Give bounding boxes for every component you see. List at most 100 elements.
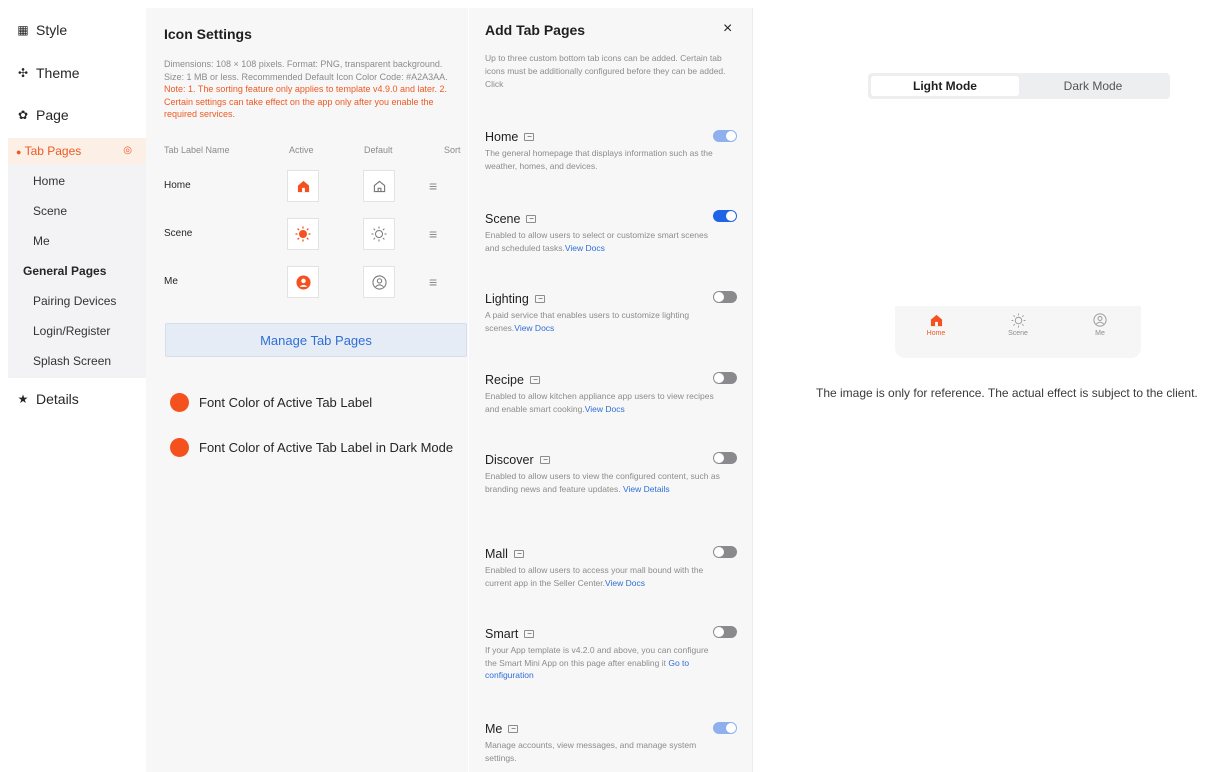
default-icon-upload[interactable] [363,266,395,298]
image-preview-icon[interactable] [529,376,540,384]
grid-icon: ▦ [17,23,29,37]
header-sort: Sort [444,145,461,155]
drag-handle-icon[interactable]: ≡ [429,274,437,290]
lighting-toggle[interactable] [713,291,737,303]
toggle-knob [726,211,736,221]
active-icon-upload[interactable] [287,218,319,250]
view-docs-link[interactable]: View Docs [585,404,625,414]
scene-toggle[interactable] [713,210,737,222]
image-preview-icon[interactable] [534,295,545,303]
nav-details[interactable]: ★ Details [16,391,79,407]
add-tab-pages-drawer: Add Tab Pages × Up to three custom botto… [469,8,753,772]
row-label: Me [164,276,178,287]
header-active: Active [289,145,314,155]
light-mode-tab[interactable]: Light Mode [871,76,1019,96]
toggle-knob [714,453,724,463]
tab-option-home: Home The general homepage that displays … [485,130,740,172]
font-color-active-dark-row: Font Color of Active Tab Label in Dark M… [170,438,453,457]
drawer-intro: Up to three custom bottom tab icons can … [485,53,726,89]
color-swatch-dark[interactable] [170,438,189,457]
nav-theme[interactable]: ✣ Theme [16,65,80,81]
star-icon: ★ [17,392,29,406]
header-default: Default [364,145,393,155]
page-icon: ✿ [17,108,29,122]
tab-option-smart: Smart If your App template is v4.2.0 and… [485,627,740,682]
tab-option-info: Enabled to allow users to view the confi… [485,470,720,495]
home-toggle[interactable] [713,130,737,142]
close-icon[interactable]: × [723,20,732,38]
tab-option-name: Recipe [485,373,524,387]
view-details-link[interactable]: View Details [623,484,670,494]
toggle-knob [714,292,724,302]
app: ▦ Style ✣ Theme ✿ Page ● Tab Pages ◎ Hom… [0,0,1214,772]
sidebar-item-login-register[interactable]: Login/Register [8,316,146,346]
default-icon-upload[interactable] [363,218,395,250]
tab-option-desc: Enabled to allow users to view the confi… [485,471,720,494]
tab-option-name: Mall [485,547,508,561]
tab-option-info: Enabled to allow users to select or cust… [485,229,720,254]
nav-details-label: Details [36,391,79,407]
sun-outline-icon [371,226,387,242]
settings-dot-icon: ◎ [123,145,132,156]
active-icon-upload[interactable] [287,170,319,202]
manage-tab-pages-button[interactable]: Manage Tab Pages [165,323,467,357]
mall-toggle[interactable] [713,546,737,558]
sun-icon [295,226,311,242]
sidebar-item-home[interactable]: Home [8,166,146,196]
image-preview-icon[interactable] [524,133,535,141]
view-docs-link[interactable]: View Docs [565,243,605,253]
tab-option-name: Me [485,722,503,736]
sidebar-item-scene[interactable]: Scene [8,196,146,226]
me-toggle[interactable] [713,722,737,734]
mode-switch: Light Mode Dark Mode [868,73,1170,99]
recipe-toggle[interactable] [713,372,737,384]
discover-toggle[interactable] [713,452,737,464]
home-icon [930,314,942,326]
sidebar-item-splash-screen[interactable]: Splash Screen [8,346,146,376]
sidebar-item-pairing-devices[interactable]: Pairing Devices [8,286,146,316]
toggle-knob [714,547,724,557]
table-row: Me ≡ [164,266,464,298]
tab-option-recipe: Recipe Enabled to allow kitchen applianc… [485,373,740,415]
image-preview-icon[interactable] [526,215,537,223]
preview-tab-label: Scene [1008,330,1028,337]
active-icon-upload[interactable] [287,266,319,298]
home-outline-icon [373,180,385,192]
font-color-active-label: Font Color of Active Tab Label [199,395,373,410]
user-icon [295,274,311,290]
font-color-active-row: Font Color of Active Tab Label [170,393,372,412]
row-label: Home [164,180,191,191]
nav-theme-label: Theme [36,65,80,81]
tab-option-info: If your App template is v4.2.0 and above… [485,644,720,682]
home-icon [297,180,309,192]
sidebar-item-tab-pages[interactable]: ● Tab Pages ◎ [8,138,146,164]
palette-icon: ✣ [17,66,29,80]
image-preview-icon[interactable] [539,456,550,464]
nav-style-label: Style [36,22,68,38]
image-preview-icon[interactable] [513,550,524,558]
nav-page[interactable]: ✿ Page [16,107,69,123]
tab-option-name: Smart [485,627,519,641]
default-icon-upload[interactable] [363,170,395,202]
view-docs-link[interactable]: View Docs [605,578,645,588]
tab-option-scene: Scene Enabled to allow users to select o… [485,212,740,254]
phone-tab-bar-preview: Home Scene Me [895,306,1141,358]
drag-handle-icon[interactable]: ≡ [429,178,437,194]
preview-tab-home: Home [906,312,966,337]
nav-style[interactable]: ▦ Style [16,22,67,38]
drag-handle-icon[interactable]: ≡ [429,226,437,242]
tab-option-info: Enabled to allow users to access your ma… [485,564,720,589]
row-label: Scene [164,228,193,239]
image-preview-icon[interactable] [508,725,519,733]
sidebar-item-tab-pages-label: Tab Pages [24,143,82,158]
tab-option-me: Me Manage accounts, view messages, and m… [485,722,740,764]
preview-panel: Light Mode Dark Mode Home Scene Me The i… [754,8,1214,772]
view-docs-link[interactable]: View Docs [514,323,554,333]
tab-option-name: Scene [485,212,521,226]
table-row: Home ≡ [164,170,464,202]
sidebar-item-me[interactable]: Me [8,226,146,256]
image-preview-icon[interactable] [524,630,535,638]
dark-mode-tab[interactable]: Dark Mode [1019,76,1167,96]
smart-toggle[interactable] [713,626,737,638]
color-swatch[interactable] [170,393,189,412]
